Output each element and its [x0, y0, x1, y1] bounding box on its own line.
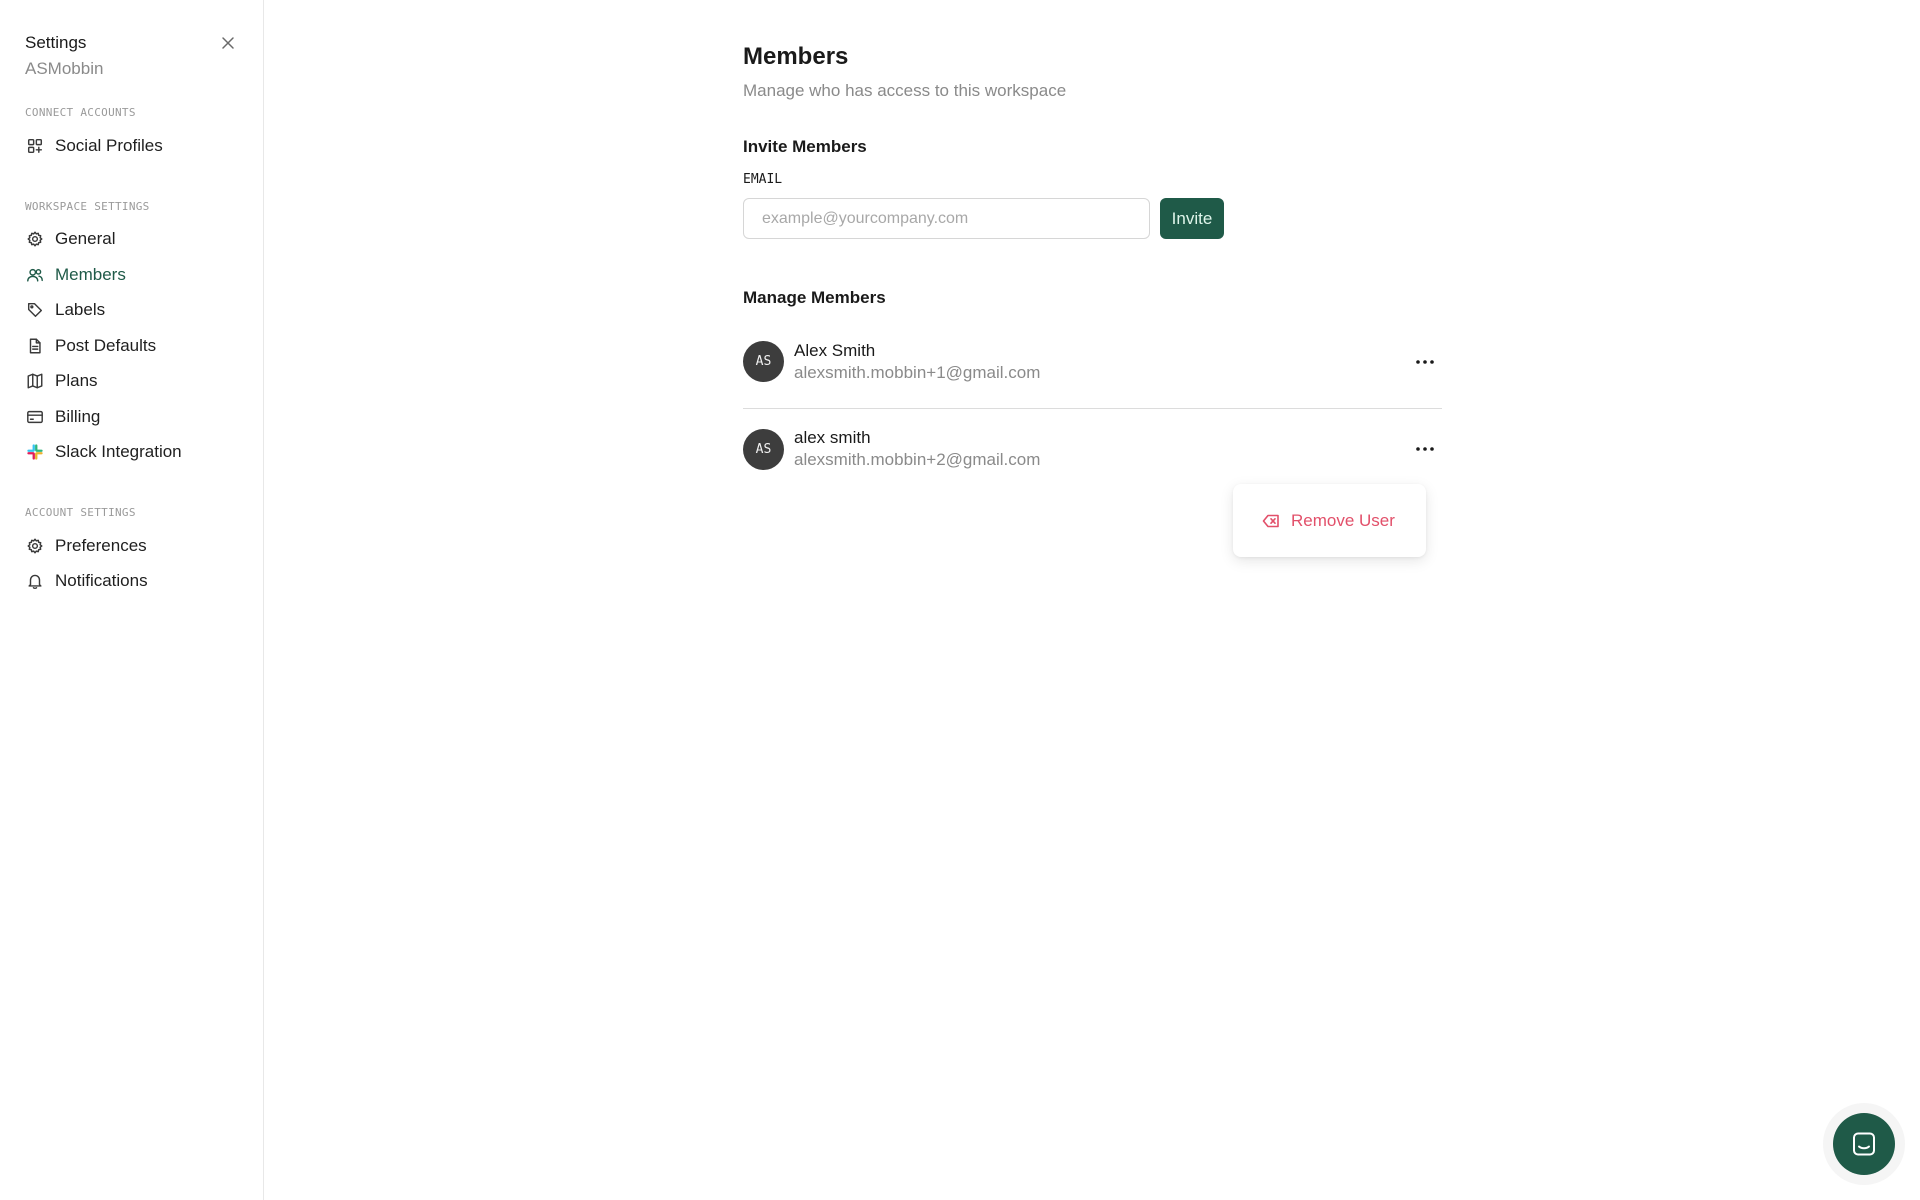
map-icon: [25, 371, 45, 391]
section-label-account-settings: ACCOUNT SETTINGS: [25, 506, 136, 519]
invite-form: Invite: [743, 198, 1443, 239]
member-options-menu: Remove User: [1233, 484, 1426, 557]
sidebar-item-members[interactable]: Members: [0, 257, 263, 293]
close-button[interactable]: [217, 32, 239, 54]
section-label-connect-accounts: CONNECT ACCOUNTS: [25, 106, 136, 119]
member-options-button[interactable]: [1410, 347, 1440, 377]
sidebar-item-plans[interactable]: Plans: [0, 364, 263, 400]
sidebar-item-label: General: [55, 229, 116, 249]
email-label: EMAIL: [743, 172, 783, 187]
gear-icon: [25, 229, 45, 249]
member-list: AS Alex Smith alexsmith.mobbin+1@gmail.c…: [743, 323, 1442, 483]
sidebar-item-label: Billing: [55, 406, 101, 426]
chat-icon: [1853, 1132, 1875, 1156]
more-horizontal-icon: [1416, 447, 1434, 451]
sidebar-item-notifications[interactable]: Notifications: [0, 564, 263, 600]
invite-members-heading: Invite Members: [743, 137, 867, 156]
avatar: AS: [743, 428, 784, 470]
sidebar-item-labels[interactable]: Labels: [0, 293, 263, 329]
sidebar-header: Settings ASMobbin: [0, 32, 263, 80]
remove-user-menu-item[interactable]: Remove User: [1261, 511, 1395, 531]
manage-members-heading: Manage Members: [743, 288, 886, 307]
sidebar-title: Settings: [25, 33, 87, 52]
sidebar-item-general[interactable]: General: [0, 222, 263, 258]
tag-icon: [25, 300, 45, 320]
sidebar-item-billing[interactable]: Billing: [0, 399, 263, 435]
sidebar-item-label: Notifications: [55, 571, 148, 591]
member-info: alex smith alexsmith.mobbin+2@gmail.com: [794, 427, 1040, 471]
sidebar-item-label: Social Profiles: [55, 135, 163, 155]
member-email: alexsmith.mobbin+1@gmail.com: [794, 362, 1041, 382]
sidebar-item-label: Preferences: [55, 535, 147, 555]
invite-button[interactable]: Invite: [1160, 198, 1224, 239]
sidebar-item-preferences[interactable]: Preferences: [0, 528, 263, 564]
grid-plus-icon: [25, 136, 45, 156]
member-email: alexsmith.mobbin+2@gmail.com: [794, 450, 1041, 469]
sidebar-item-post-defaults[interactable]: Post Defaults: [0, 328, 263, 364]
gear-icon: [25, 536, 45, 556]
member-options-button[interactable]: [1410, 434, 1440, 464]
avatar: AS: [743, 341, 784, 382]
page-subtitle: Manage who has access to this workspace: [743, 81, 1067, 100]
section-label-workspace-settings: WORKSPACE SETTINGS: [25, 199, 150, 213]
remove-user-icon: [1262, 514, 1279, 527]
sidebar-item-label: Plans: [55, 371, 98, 391]
sidebar-item-social-profiles[interactable]: Social Profiles: [0, 128, 263, 164]
email-field[interactable]: [743, 198, 1150, 239]
member-row: AS alex smith alexsmith.mobbin+2@gmail.c…: [743, 409, 1442, 483]
member-info: Alex Smith alexsmith.mobbin+1@gmail.com: [794, 340, 1040, 384]
sidebar-item-label: Labels: [55, 300, 106, 320]
sidebar-item-label: Post Defaults: [55, 335, 157, 355]
sidebar-item-label: Members: [55, 264, 126, 284]
page-title: Members: [743, 43, 849, 70]
users-icon: [25, 265, 45, 285]
slack-icon: [25, 442, 45, 462]
close-icon: [222, 37, 234, 49]
workspace-name: ASMobbin: [25, 59, 104, 78]
members-page: Members Manage who has access to this wo…: [743, 0, 1443, 483]
member-name: alex smith: [794, 428, 871, 447]
settings-sidebar: Settings ASMobbin CONNECT ACCOUNTS Socia…: [0, 0, 264, 1200]
chat-launcher-button[interactable]: [1833, 1113, 1895, 1175]
more-horizontal-icon: [1416, 359, 1434, 364]
remove-user-label: Remove User: [1291, 510, 1395, 530]
sidebar-item-label: Slack Integration: [55, 442, 182, 462]
member-name: Alex Smith: [794, 340, 876, 360]
bell-icon: [25, 571, 45, 591]
credit-card-icon: [25, 407, 45, 427]
sidebar-item-slack-integration[interactable]: Slack Integration: [0, 435, 263, 471]
document-icon: [25, 336, 45, 356]
member-row: AS Alex Smith alexsmith.mobbin+1@gmail.c…: [743, 323, 1442, 409]
